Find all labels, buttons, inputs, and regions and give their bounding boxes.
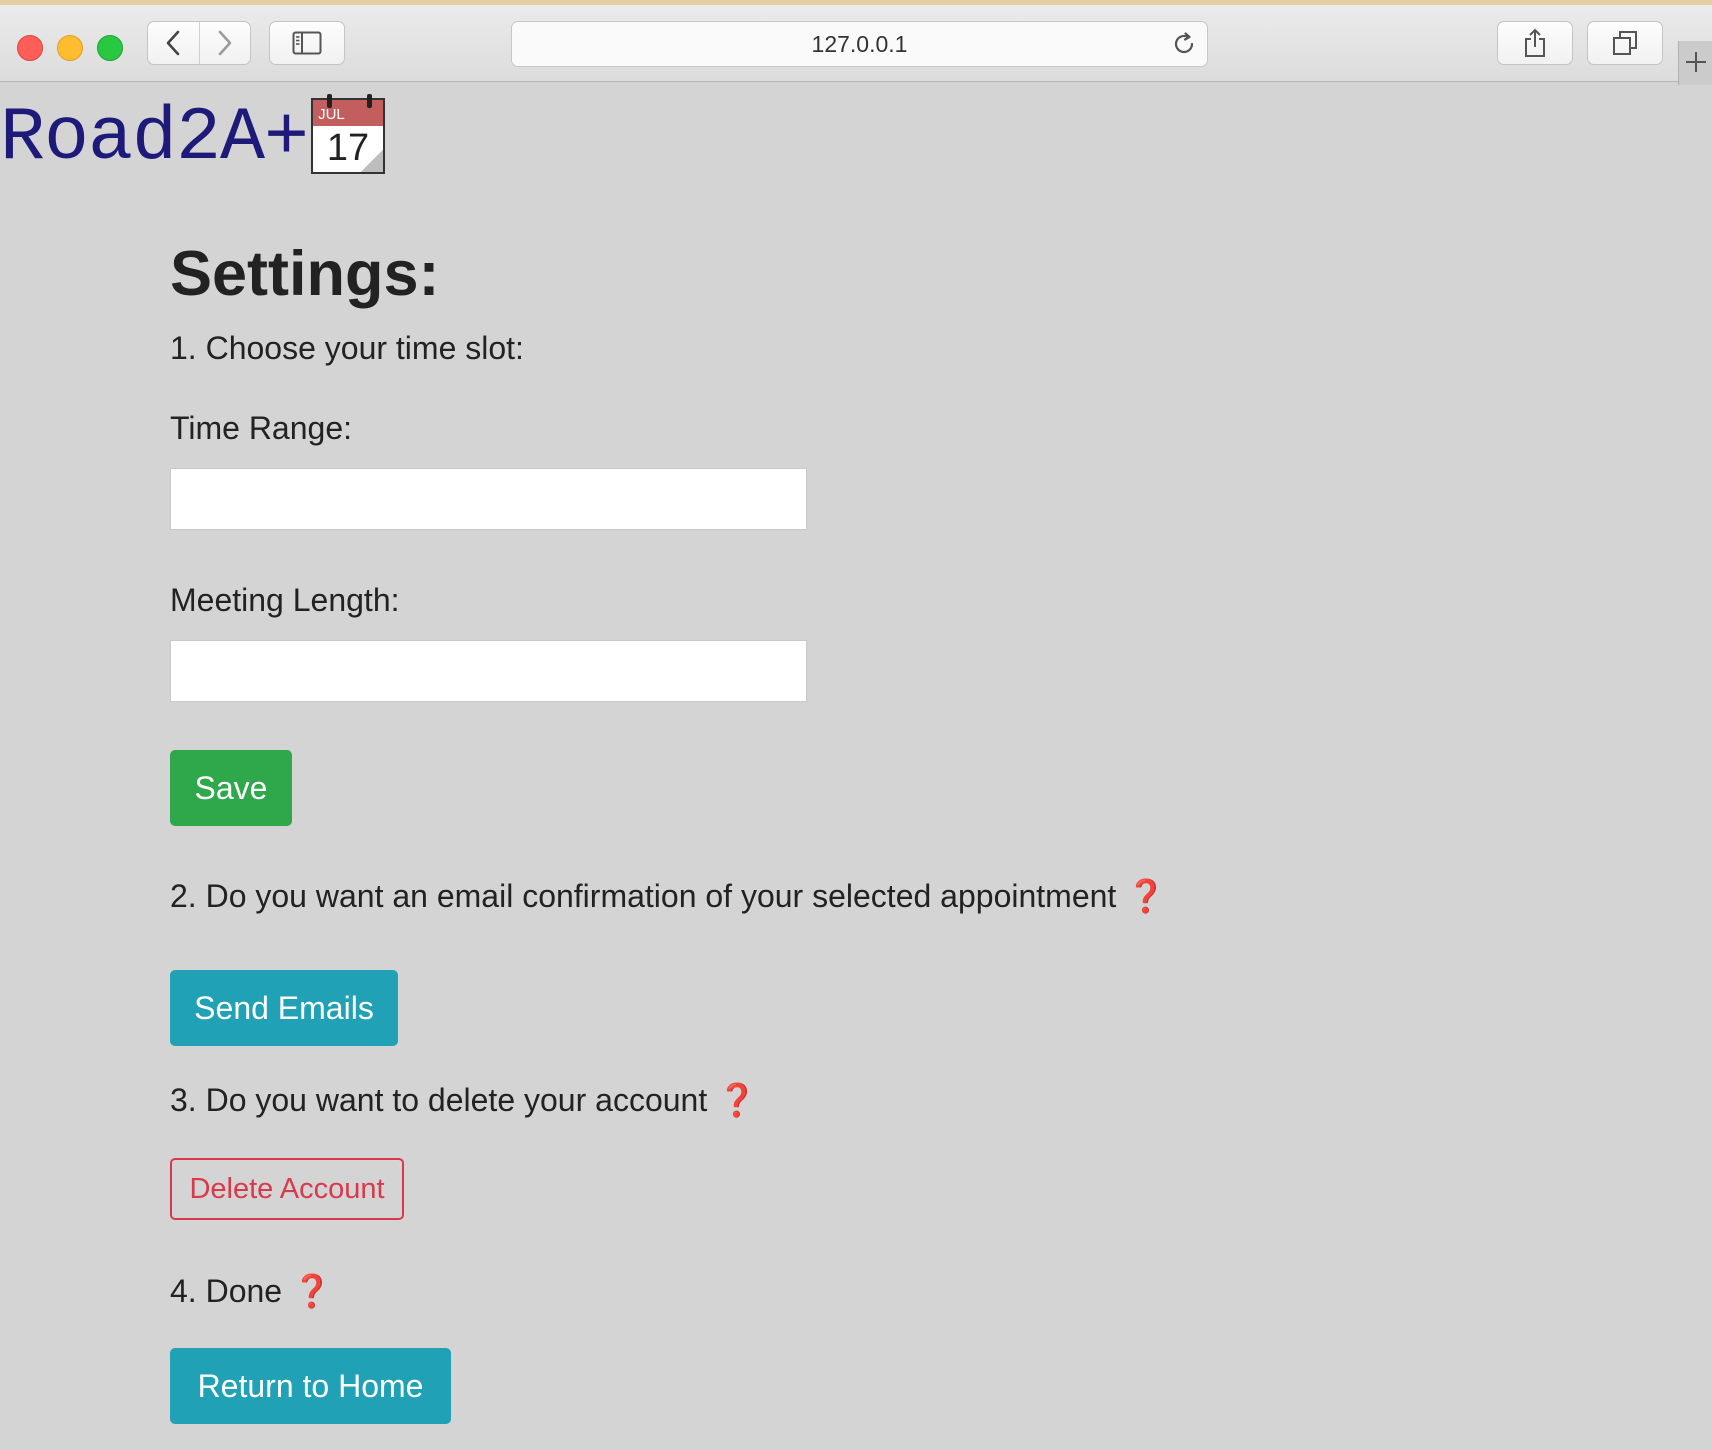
share-button[interactable] xyxy=(1497,21,1573,65)
delete-account-button[interactable]: Delete Account xyxy=(170,1158,404,1220)
meeting-length-input[interactable] xyxy=(170,640,807,702)
step-1-heading: 1. Choose your time slot: xyxy=(170,330,524,366)
plus-icon xyxy=(1686,52,1706,72)
minimize-window-button[interactable] xyxy=(57,35,83,61)
page-title: Settings: xyxy=(170,239,440,309)
navigation-buttons xyxy=(147,21,251,65)
chevron-left-icon xyxy=(166,30,180,56)
forward-button[interactable] xyxy=(198,22,251,64)
question-mark-icon: ❓ xyxy=(717,1082,758,1118)
save-button[interactable]: Save xyxy=(170,750,292,826)
new-tab-button[interactable] xyxy=(1678,41,1712,85)
step-4-heading: 4. Done ❓ xyxy=(170,1272,332,1310)
url-text: 127.0.0.1 xyxy=(811,31,908,57)
address-bar[interactable]: 127.0.0.1 xyxy=(511,21,1208,67)
show-tabs-button[interactable] xyxy=(1587,21,1663,65)
time-range-input[interactable] xyxy=(170,468,807,530)
brand-name: Road2A+ xyxy=(0,96,309,181)
sidebar-icon xyxy=(292,31,322,55)
question-mark-icon: ❓ xyxy=(1126,878,1167,914)
close-window-button[interactable] xyxy=(17,35,43,61)
back-button[interactable] xyxy=(148,22,199,64)
time-range-label: Time Range: xyxy=(170,410,352,446)
step-3-heading: 3. Do you want to delete your account ❓ xyxy=(170,1081,757,1119)
meeting-length-label: Meeting Length: xyxy=(170,582,400,618)
step-4-text: 4. Done xyxy=(170,1273,283,1309)
calendar-ring xyxy=(327,94,333,108)
calendar-icon: JUL 17 xyxy=(311,94,386,174)
chevron-right-icon xyxy=(218,30,232,56)
step-2-heading: 2. Do you want an email confirmation of … xyxy=(170,877,1166,915)
step-3-text: 3. Do you want to delete your account xyxy=(170,1082,708,1118)
zoom-window-button[interactable] xyxy=(97,35,123,61)
reload-icon[interactable] xyxy=(1171,31,1197,57)
calendar-month: JUL xyxy=(313,100,384,126)
sidebar-button[interactable] xyxy=(269,21,345,65)
brand-logo[interactable]: Road2A+ JUL 17 xyxy=(0,94,386,181)
send-emails-button[interactable]: Send Emails xyxy=(170,970,398,1046)
browser-toolbar: 127.0.0.1 xyxy=(0,5,1712,85)
page-curl xyxy=(361,150,384,172)
return-home-button[interactable]: Return to Home xyxy=(170,1348,451,1424)
question-mark-icon: ❓ xyxy=(292,1273,332,1309)
step-2-text: 2. Do you want an email confirmation of … xyxy=(170,878,1117,914)
share-icon xyxy=(1525,28,1545,57)
tabs-overview-icon xyxy=(1613,31,1637,55)
calendar-ring xyxy=(367,94,373,108)
